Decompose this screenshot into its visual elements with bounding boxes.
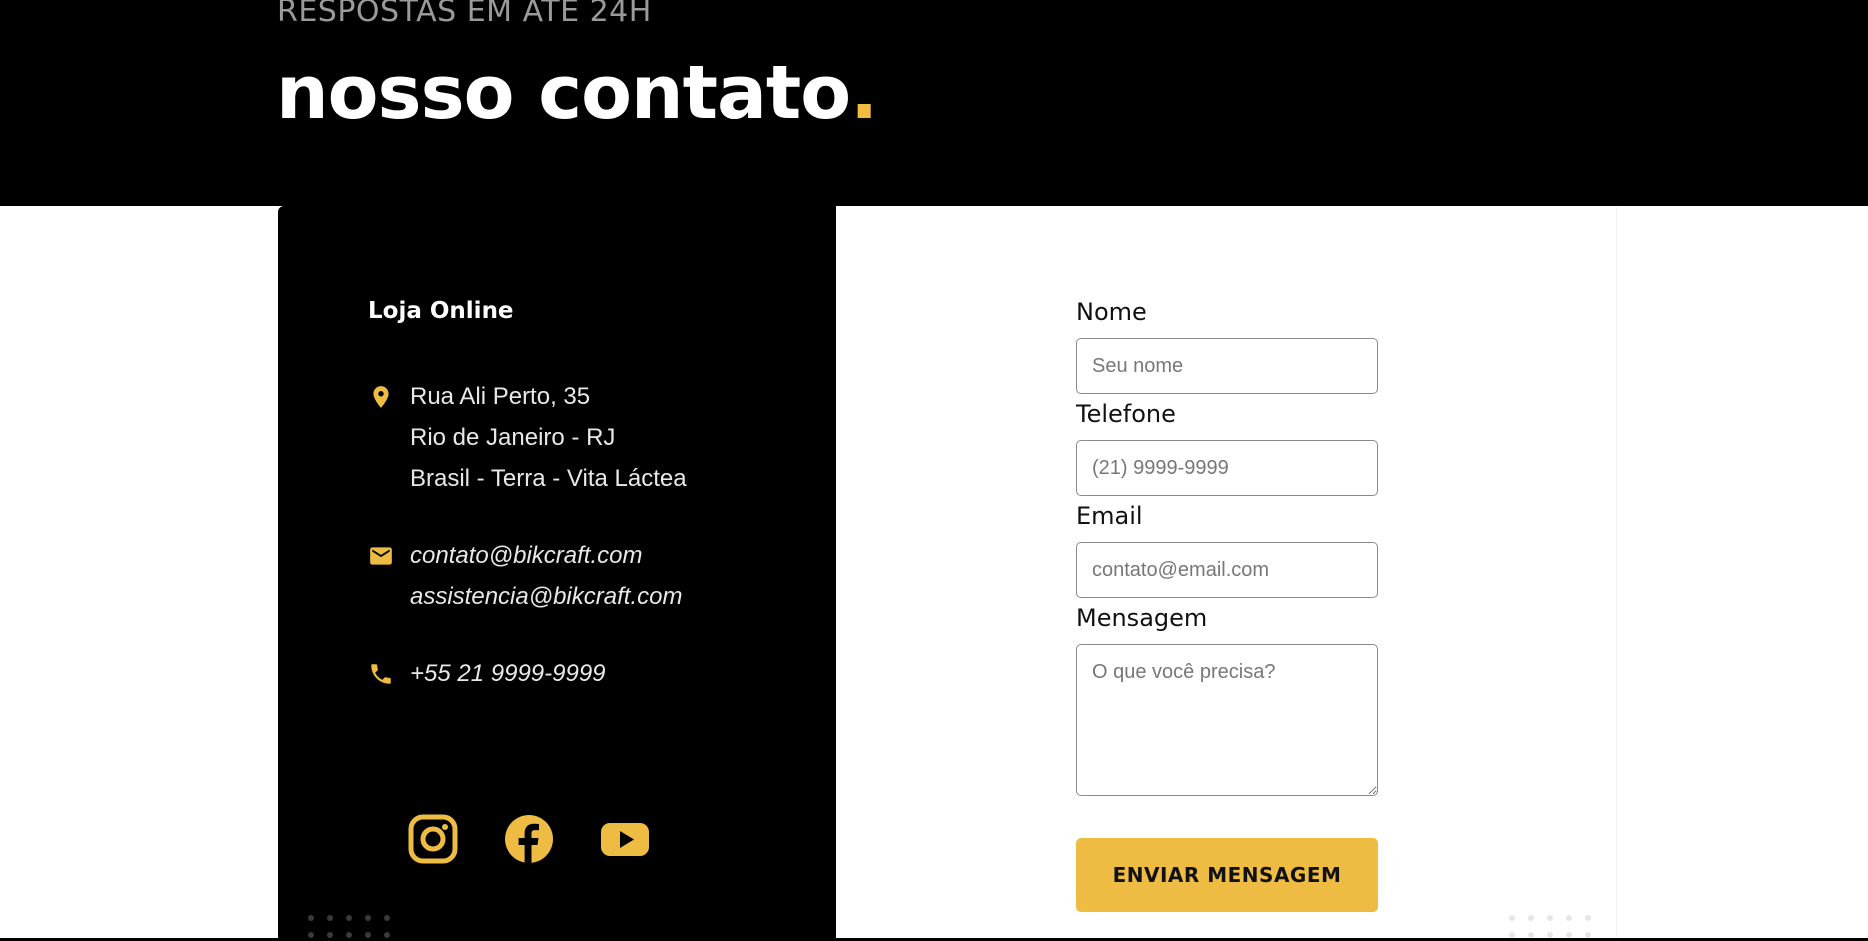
- social-links: [408, 814, 650, 864]
- youtube-icon[interactable]: [600, 814, 650, 864]
- email-label: Email: [1076, 502, 1143, 530]
- facebook-icon[interactable]: [504, 814, 554, 864]
- phone-field[interactable]: [1076, 440, 1378, 496]
- page-title: nosso contato.: [276, 50, 878, 136]
- hero-subtitle: RESPOSTAS EM ATÉ 24H: [277, 0, 652, 29]
- address-line: Brasil - Terra - Vita Láctea: [410, 465, 687, 492]
- page-title-dot: .: [850, 50, 878, 136]
- email-field[interactable]: [1076, 542, 1378, 598]
- email-block: contato@bikcraft.com assistencia@bikcraf…: [368, 535, 682, 617]
- decorative-dots: [1509, 915, 1591, 938]
- phone-label: Telefone: [1076, 400, 1176, 428]
- instagram-icon[interactable]: [408, 814, 458, 864]
- address-line: Rio de Janeiro - RJ: [410, 424, 616, 451]
- contact-info-panel: Loja Online Rua Ali Perto, 35 Rio de Jan…: [278, 206, 836, 938]
- store-title: Loja Online: [368, 298, 514, 324]
- phone-block: +55 21 9999-9999: [368, 653, 606, 694]
- send-message-button[interactable]: ENVIAR MENSAGEM: [1076, 838, 1378, 912]
- email-link[interactable]: assistencia@bikcraft.com: [410, 576, 682, 617]
- name-field[interactable]: [1076, 338, 1378, 394]
- location-pin-icon: [368, 376, 410, 499]
- page-title-text: nosso contato: [276, 50, 851, 136]
- message-field[interactable]: [1076, 644, 1378, 796]
- email-link[interactable]: contato@bikcraft.com: [410, 535, 682, 576]
- hero-section: RESPOSTAS EM ATÉ 24H nosso contato.: [0, 0, 1868, 206]
- mail-icon: [368, 535, 410, 617]
- name-label: Nome: [1076, 298, 1147, 326]
- decorative-dots: [308, 915, 390, 938]
- address-line: Rua Ali Perto, 35: [410, 383, 591, 410]
- contact-form-panel: Nome Telefone Email Mensagem ENVIAR MENS…: [836, 206, 1617, 938]
- message-label: Mensagem: [1076, 604, 1208, 632]
- contact-form: Nome Telefone Email Mensagem ENVIAR MENS…: [1076, 296, 1378, 912]
- address-block: Rua Ali Perto, 35 Rio de Janeiro - RJ Br…: [368, 376, 687, 499]
- phone-icon: [368, 653, 410, 694]
- phone-link[interactable]: +55 21 9999-9999: [410, 653, 606, 694]
